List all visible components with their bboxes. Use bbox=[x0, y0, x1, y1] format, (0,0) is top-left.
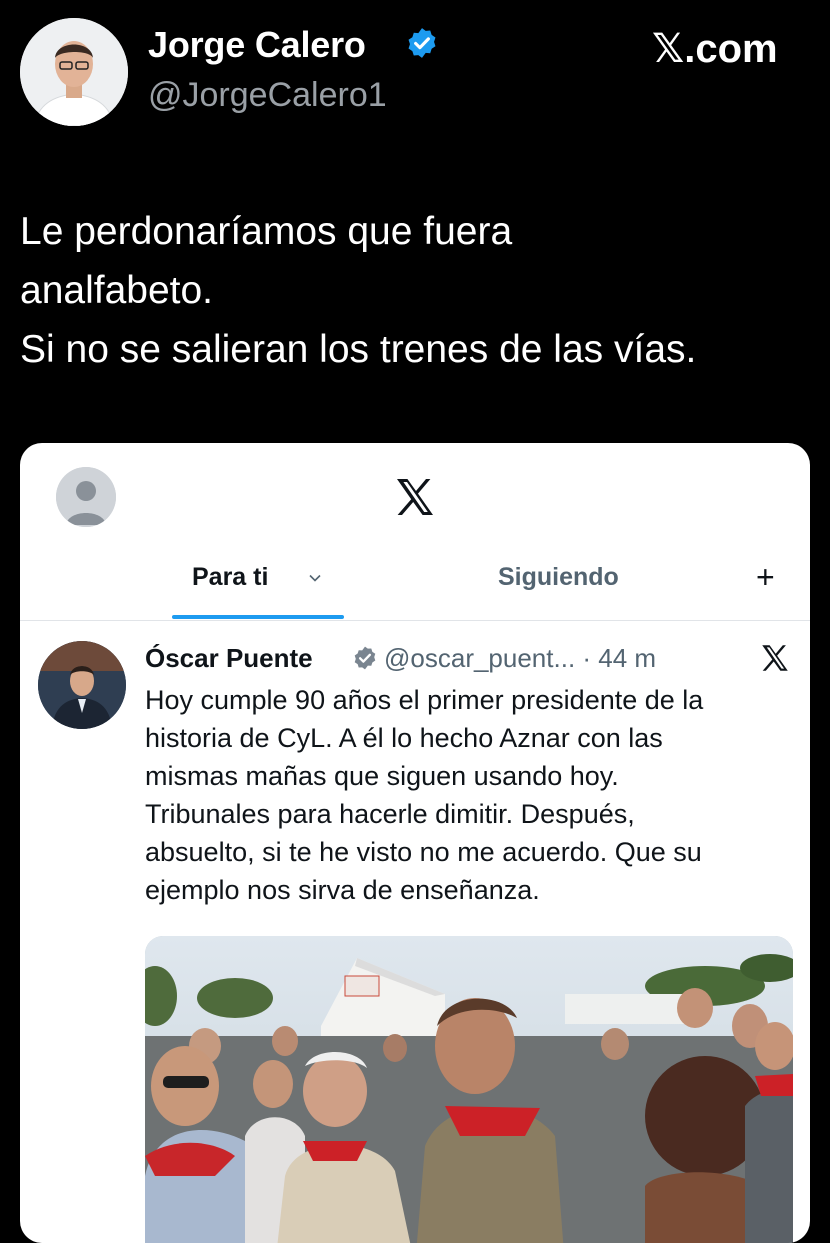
post-text-line: Tribunales para hacerle dimitir. Después… bbox=[145, 799, 635, 829]
site-watermark: 𝕏.com bbox=[652, 27, 778, 71]
post-author-avatar[interactable] bbox=[38, 641, 126, 729]
add-tab-button[interactable]: + bbox=[756, 559, 775, 596]
post-handle-time[interactable]: @oscar_puent... · 44 m bbox=[384, 643, 656, 674]
post-author-name[interactable]: Óscar Puente bbox=[145, 643, 313, 674]
post-text: Hoy cumple 90 años el primer presidente … bbox=[145, 681, 800, 909]
author-avatar[interactable] bbox=[20, 18, 128, 126]
profile-avatar-icon[interactable] bbox=[56, 467, 116, 527]
post-text-line: mismas mañas que siguen usando hoy. bbox=[145, 761, 619, 791]
active-tab-indicator bbox=[172, 615, 344, 619]
tweet-text-line: Le perdonaríamos que fuera bbox=[20, 210, 513, 253]
post-photo[interactable] bbox=[145, 936, 793, 1243]
post-text-line: Hoy cumple 90 años el primer presidente … bbox=[145, 685, 704, 715]
tab-for-you[interactable]: Para ti bbox=[192, 563, 268, 592]
tweet-text-line: analfabeto. bbox=[20, 269, 214, 312]
embedded-screenshot[interactable]: Para ti Siguiendo + Óscar Puente @oscar_… bbox=[20, 443, 810, 1243]
tweet-text: Le perdonaríamos que fuera analfabeto. S… bbox=[20, 202, 820, 379]
post-text-line: historia de CyL. A él lo hecho Aznar con… bbox=[145, 723, 663, 753]
x-logo-icon[interactable] bbox=[391, 473, 439, 521]
chevron-down-icon[interactable] bbox=[308, 571, 322, 585]
post-text-line: ejemplo nos sirva de enseñanza. bbox=[145, 875, 540, 905]
post-text-line: absuelto, si te he visto no me acuerdo. … bbox=[145, 837, 702, 867]
tab-following[interactable]: Siguiendo bbox=[498, 563, 619, 592]
divider bbox=[20, 620, 810, 621]
tweet-text-line: Si no se salieran los trenes de las vías… bbox=[20, 328, 697, 371]
verified-badge-icon bbox=[352, 645, 378, 671]
x-logo-icon[interactable] bbox=[758, 641, 792, 675]
author-handle[interactable]: @JorgeCalero1 bbox=[148, 76, 387, 115]
verified-badge-icon bbox=[405, 26, 439, 60]
author-name[interactable]: Jorge Calero bbox=[148, 24, 366, 66]
